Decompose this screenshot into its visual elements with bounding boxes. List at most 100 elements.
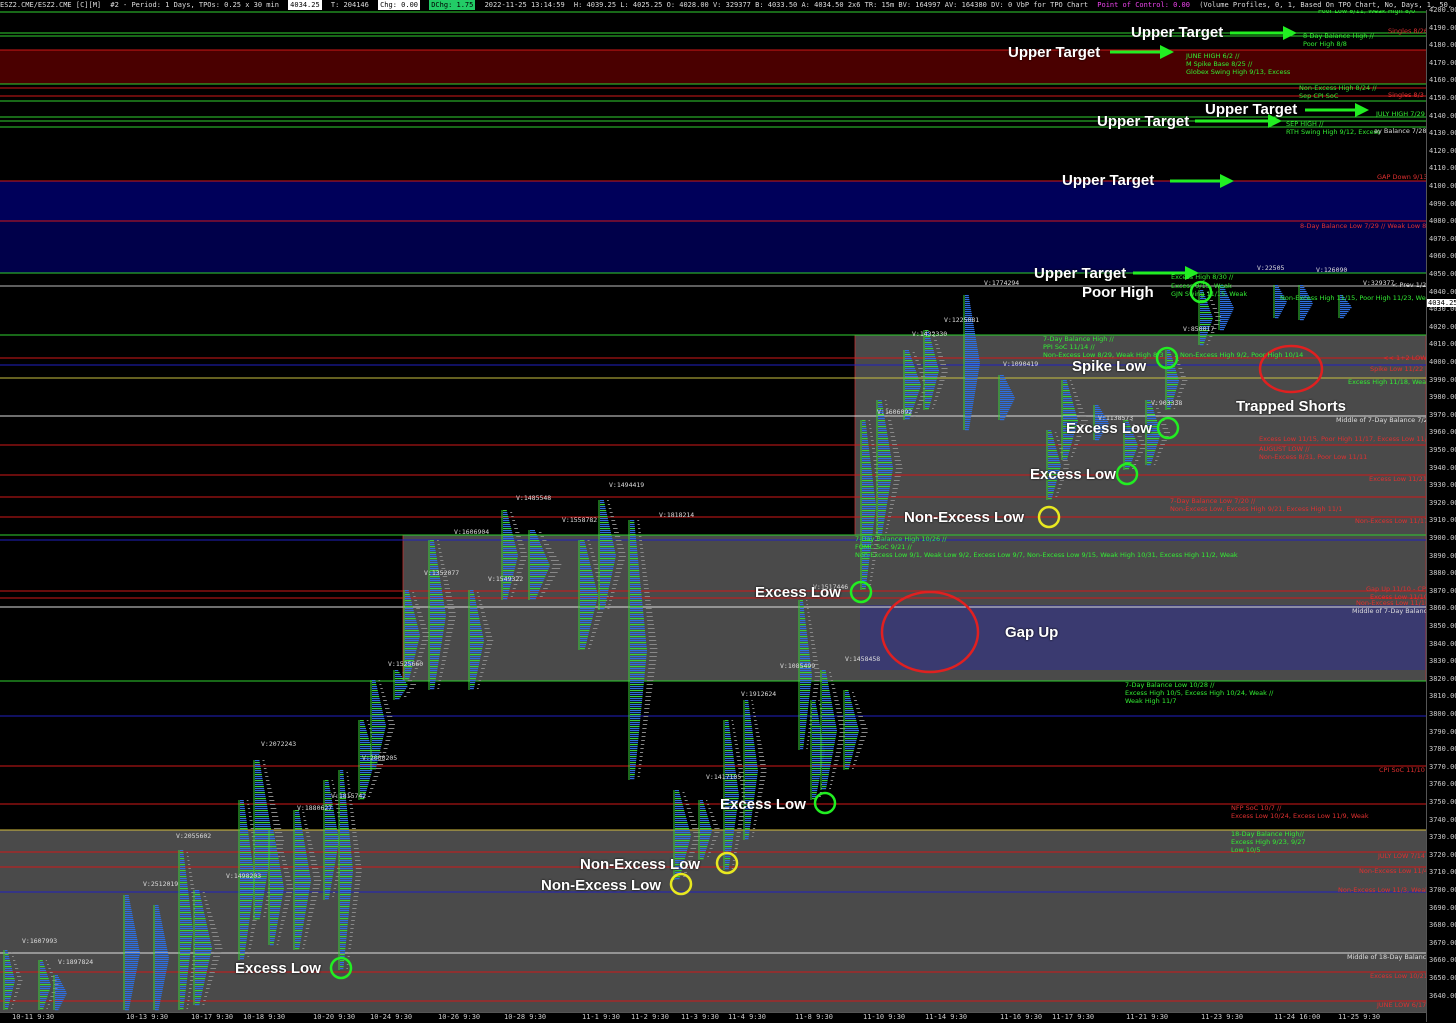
profile-bar [862,560,870,562]
volume-bar [309,908,315,909]
volume-bar [892,444,898,445]
profile-bar [340,932,347,934]
volume-bar [758,788,764,789]
profile-bar [295,832,303,834]
volume-bar [685,804,690,805]
profile-bar [580,564,591,566]
profile-bar [503,584,511,586]
profile-bar [240,916,250,918]
profile-bar [1063,450,1070,452]
volume-bar [687,812,693,813]
profile-bar [125,935,137,937]
profile-bar [195,994,202,996]
profile-bar [725,820,736,822]
profile-bar [1167,380,1179,382]
profile-bar [395,670,399,672]
profile-bar [925,384,936,386]
profile-bar [1147,446,1157,448]
volume-bar [872,456,877,457]
profile-bar [325,862,336,864]
profile-bar [1147,452,1155,454]
profile-bar [430,656,440,658]
profile-bar [125,1007,130,1009]
profile-bar [800,604,804,606]
profile-bar [862,484,874,486]
profile-bar [40,996,48,998]
profile-bar [878,422,886,424]
volume-bar [190,884,194,885]
profile-bar [295,884,311,886]
profile-bar [845,718,856,720]
profile-bar [155,953,169,955]
profile-bar [155,921,162,923]
profile-bar [325,814,335,816]
profile-bar [180,904,190,906]
profile-bar [800,672,812,674]
profile-bar [630,624,645,626]
volume-bar [939,380,945,381]
profile-bar [195,972,207,974]
profile-bar [845,690,849,692]
profile-bar [905,372,917,374]
profile-bar [800,632,807,634]
profile-bar [1167,378,1179,380]
volume-bar [836,712,842,713]
profile-bar [530,594,538,596]
volume-label: V:1818214 [659,511,695,519]
profile-bar [1275,315,1280,317]
profile-bar [340,814,348,816]
profile-bar [40,982,50,984]
volume-bar [448,612,456,613]
volume-bar [378,768,381,769]
profile-bar [295,874,310,876]
profile-bar [55,975,58,977]
profile-bar [180,916,192,918]
volume-bar [480,672,484,673]
profile-bar [845,726,858,728]
price-tick: 4070.00 [1429,234,1456,243]
profile-bar [125,947,139,949]
profile-bar [1048,460,1060,462]
profile-bar [725,724,730,726]
volume-bar [422,636,430,637]
profile-bar [1048,458,1060,460]
profile-bar [255,880,267,882]
volume-bar [285,880,292,881]
profile-bar [40,988,50,990]
profile-bar [372,686,377,688]
time-tick: 10-17 9:30 [191,1013,234,1021]
profile-bar [325,782,329,784]
profile-bar [325,792,331,794]
volume-bar [935,344,939,345]
volume-bar [612,524,617,525]
profile-bar [925,388,935,390]
profile-bar [295,876,311,878]
profile-bar [530,592,539,594]
volume-bar [442,656,447,657]
profile-bar [745,774,758,776]
profile-bar [270,874,282,876]
volume-bar [870,436,873,437]
volume-bar [45,960,47,961]
volume-label: V:1607993 [22,937,58,945]
profile-bar [125,985,134,987]
profile-bar [155,915,161,917]
volume-bar [309,856,316,857]
volume-bar [188,872,192,873]
time-tick: 11-1 9:30 [582,1013,620,1021]
profile-bar [965,357,980,359]
profile-bar [295,866,309,868]
profile-bar [372,720,385,722]
volume-bar [871,564,875,565]
profile-bar [800,690,811,692]
profile-bar [180,894,189,896]
volume-bar [737,764,742,765]
profile-bar [55,989,66,991]
profile-bar [1167,360,1173,362]
profile-bar [630,660,646,662]
profile-bar [125,961,139,963]
profile-bar [270,918,279,920]
profile-bar [270,928,277,930]
profile-bar [405,656,415,658]
profile-bar [725,762,735,764]
